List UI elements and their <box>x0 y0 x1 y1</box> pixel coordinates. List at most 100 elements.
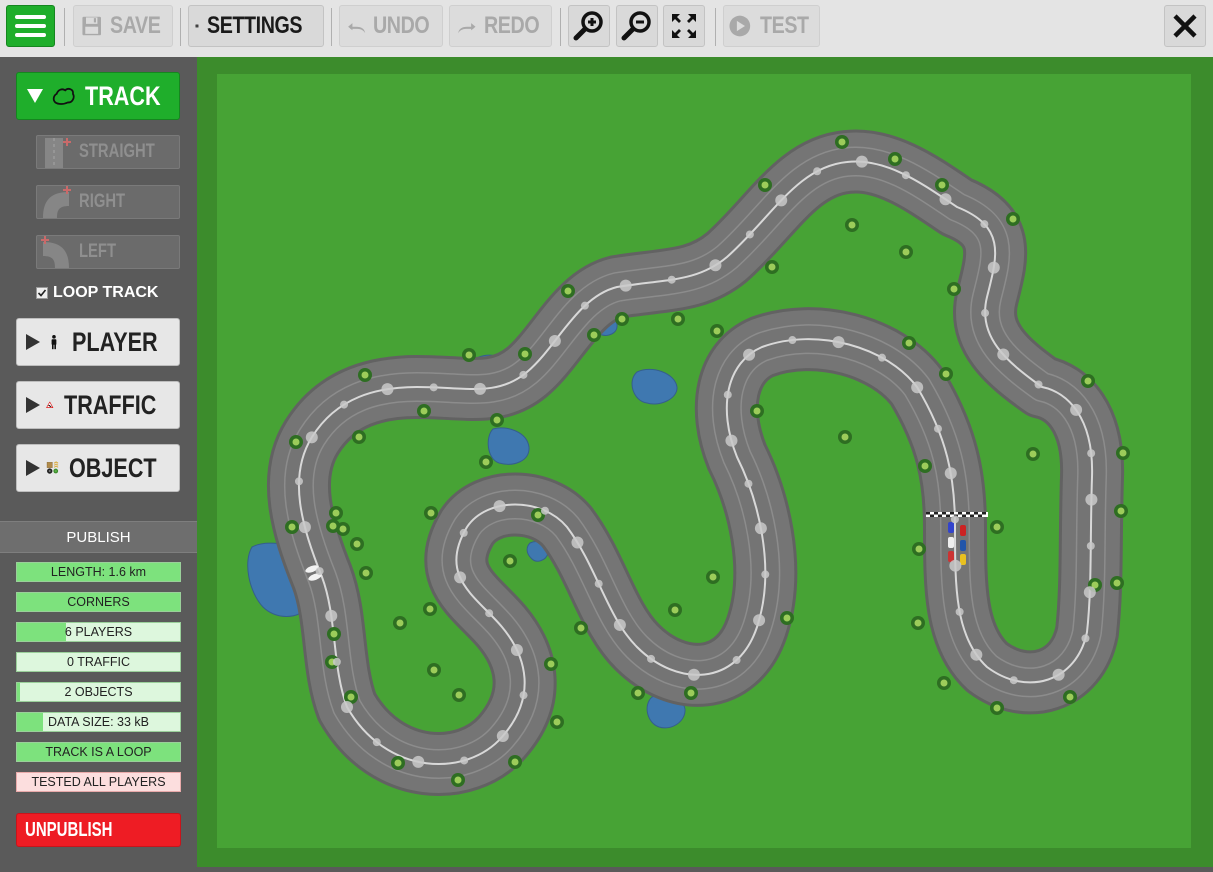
loop-track-checkbox-row[interactable]: LOOP TRACK <box>36 283 158 303</box>
track-control-point[interactable] <box>949 559 962 572</box>
track-control-point[interactable] <box>510 644 523 657</box>
track-control-point[interactable] <box>325 609 338 622</box>
track-control-point[interactable] <box>298 521 311 534</box>
track-control-point[interactable] <box>745 230 754 239</box>
unpublish-button[interactable]: UNPUBLISH <box>16 813 181 847</box>
track-control-point[interactable] <box>594 579 603 588</box>
track-control-point[interactable] <box>754 522 767 535</box>
track-control-point[interactable] <box>381 383 394 396</box>
redo-icon <box>458 23 476 34</box>
traffic-label: TRAFFIC <box>63 389 156 420</box>
track-control-point[interactable] <box>744 479 753 488</box>
bush-center <box>394 759 402 767</box>
track-control-point[interactable] <box>709 259 722 272</box>
right-piece-button[interactable]: RIGHT <box>36 185 180 219</box>
track-control-point[interactable] <box>933 424 942 433</box>
track-control-point[interactable] <box>911 381 924 394</box>
track-map[interactable] <box>197 57 1213 867</box>
track-control-point[interactable] <box>743 348 756 361</box>
track-category-button[interactable]: TRACK <box>16 72 180 120</box>
zoom-out-button[interactable] <box>616 5 658 47</box>
track-control-point[interactable] <box>667 275 676 284</box>
track-control-point[interactable] <box>725 434 738 447</box>
track-control-point[interactable] <box>753 614 766 627</box>
track-control-point[interactable] <box>519 370 528 379</box>
track-control-point[interactable] <box>412 755 425 768</box>
track-control-point[interactable] <box>1086 541 1095 550</box>
track-control-point[interactable] <box>1009 676 1018 685</box>
straight-piece-button[interactable]: STRAIGHT <box>36 135 180 169</box>
track-control-point[interactable] <box>855 155 868 168</box>
test-button[interactable]: TEST <box>723 5 820 47</box>
save-label: SAVE <box>110 12 161 39</box>
track-control-point[interactable] <box>647 654 656 663</box>
close-button[interactable] <box>1164 5 1206 47</box>
track-control-point[interactable] <box>619 279 632 292</box>
track-control-point[interactable] <box>788 336 797 345</box>
track-control-point[interactable] <box>571 536 584 549</box>
track-control-point[interactable] <box>460 756 469 765</box>
settings-button[interactable]: SETTINGS <box>188 5 324 47</box>
track-control-point[interactable] <box>723 390 732 399</box>
track-control-point[interactable] <box>878 353 887 362</box>
track-control-point[interactable] <box>980 220 989 229</box>
track-control-point[interactable] <box>1085 493 1098 506</box>
track-control-point[interactable] <box>901 171 910 180</box>
track-control-point[interactable] <box>950 515 959 524</box>
track-control-point[interactable] <box>687 668 700 681</box>
track-control-point[interactable] <box>813 167 822 176</box>
player-category-button[interactable]: PLAYER <box>16 318 180 366</box>
menu-button[interactable] <box>6 5 55 47</box>
track-control-point[interactable] <box>548 334 561 347</box>
track-control-point[interactable] <box>970 648 983 661</box>
track-control-point[interactable] <box>981 309 990 318</box>
track-control-point[interactable] <box>1083 586 1096 599</box>
track-control-point[interactable] <box>429 383 438 392</box>
track-control-point[interactable] <box>332 657 341 666</box>
track-control-point[interactable] <box>1070 403 1083 416</box>
track-control-point[interactable] <box>454 571 467 584</box>
undo-button[interactable]: UNDO <box>339 5 443 47</box>
track-control-point[interactable] <box>340 400 349 409</box>
track-control-point[interactable] <box>1081 634 1090 643</box>
track-control-point[interactable] <box>496 730 509 743</box>
track-control-point[interactable] <box>761 570 770 579</box>
track-control-point[interactable] <box>485 609 494 618</box>
track-control-point[interactable] <box>305 431 318 444</box>
track-control-point[interactable] <box>1087 449 1096 458</box>
track-control-point[interactable] <box>474 382 487 395</box>
track-control-point[interactable] <box>997 348 1010 361</box>
track-control-point[interactable] <box>613 618 626 631</box>
track-control-point[interactable] <box>955 607 964 616</box>
fit-screen-button[interactable] <box>663 5 705 47</box>
traffic-category-button[interactable]: TRAFFIC <box>16 381 180 429</box>
track-control-point[interactable] <box>315 567 324 576</box>
track-control-point[interactable] <box>519 691 528 700</box>
track-control-point[interactable] <box>341 701 353 713</box>
track-control-point[interactable] <box>540 506 549 515</box>
track-control-point[interactable] <box>775 194 788 207</box>
object-category-button[interactable]: OBJECT <box>16 444 180 492</box>
bush-center <box>914 619 922 627</box>
save-button[interactable]: SAVE <box>73 5 173 47</box>
track-editor-canvas[interactable] <box>197 57 1213 867</box>
track-control-point[interactable] <box>987 261 1000 274</box>
stat-progress-fill <box>17 683 21 701</box>
track-control-point[interactable] <box>372 738 381 747</box>
track-control-point[interactable] <box>493 500 506 513</box>
track-control-point[interactable] <box>1052 668 1065 681</box>
track-control-point[interactable] <box>944 467 957 480</box>
loop-track-checkbox[interactable] <box>36 287 48 299</box>
track-control-point[interactable] <box>832 336 845 349</box>
track-control-point[interactable] <box>294 477 303 486</box>
left-piece-button[interactable]: LEFT <box>36 235 180 269</box>
track-control-point[interactable] <box>1034 380 1043 389</box>
bush-center <box>353 540 361 548</box>
track-control-point[interactable] <box>939 193 952 206</box>
left-curve-icon <box>41 236 69 268</box>
track-control-point[interactable] <box>732 656 741 665</box>
zoom-in-button[interactable] <box>568 5 610 47</box>
redo-button[interactable]: REDO <box>449 5 552 47</box>
track-control-point[interactable] <box>459 528 468 537</box>
track-control-point[interactable] <box>580 301 589 310</box>
